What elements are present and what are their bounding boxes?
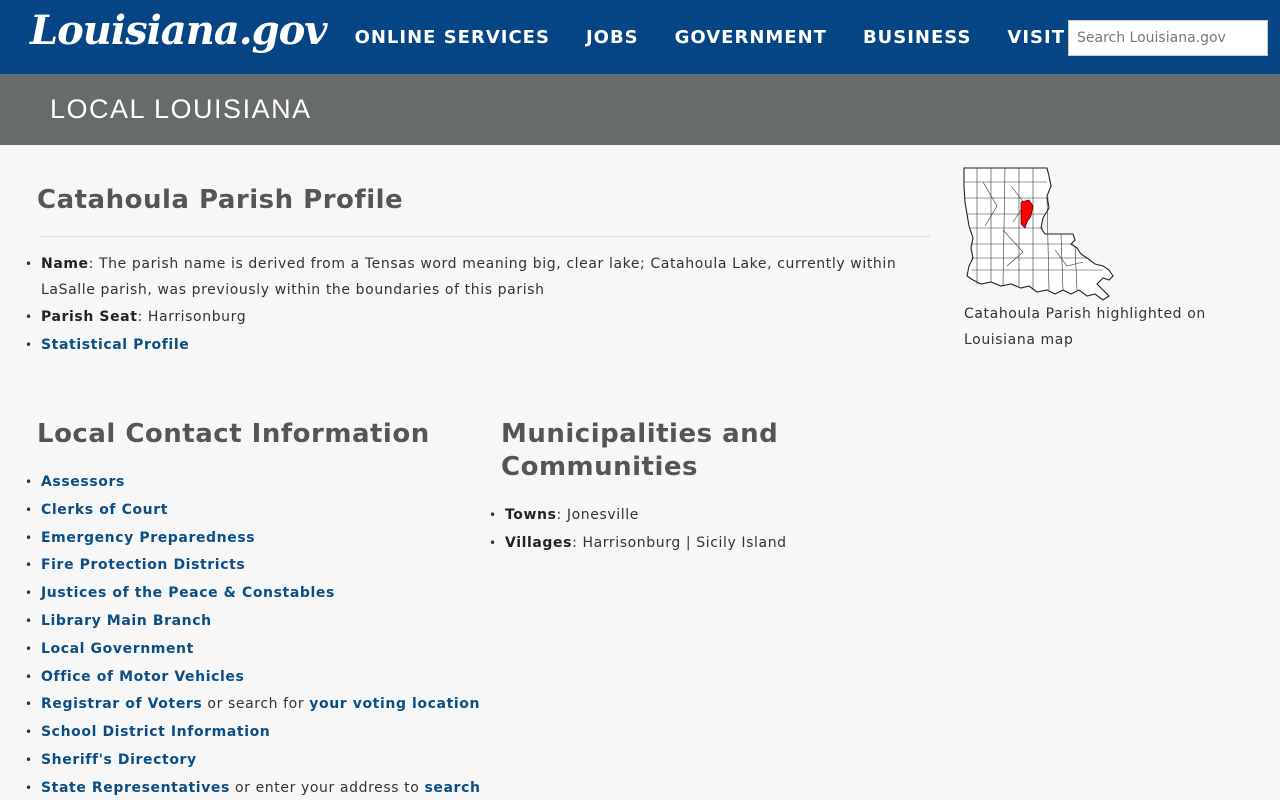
list-item: Local Government bbox=[25, 636, 481, 664]
school-district-link[interactable]: School District Information bbox=[41, 724, 270, 740]
justices-link[interactable]: Justices of the Peace & Constables bbox=[41, 585, 335, 601]
louisiana-map bbox=[963, 166, 1115, 302]
local-government-link[interactable]: Local Government bbox=[41, 641, 194, 657]
state-representatives-link[interactable]: State Representatives bbox=[41, 780, 230, 796]
profile-heading: Catahoula Parish Profile bbox=[37, 185, 404, 215]
list-item: Statistical Profile bbox=[25, 332, 901, 358]
divider bbox=[40, 236, 930, 237]
voting-location-link[interactable]: your voting location bbox=[309, 696, 480, 712]
villages-text: : Harrisonburg | Sicily Island bbox=[572, 535, 787, 551]
staterep-text: or enter your address to bbox=[229, 779, 425, 796]
municipalities-heading-line1: Municipalities and bbox=[501, 419, 779, 449]
nav-online-services[interactable]: ONLINE SERVICES bbox=[355, 27, 550, 48]
clerks-of-court-link[interactable]: Clerks of Court bbox=[41, 502, 168, 518]
list-item: Name: The parish name is derived from a … bbox=[25, 251, 901, 303]
list-item: Parish Seat: Harrisonburg bbox=[25, 304, 901, 330]
section-banner: LOCAL LOUISIANA bbox=[0, 74, 1280, 145]
list-item: Registrar of Voters or search for your v… bbox=[25, 691, 481, 719]
list-item: Office of Motor Vehicles bbox=[25, 664, 481, 692]
list-item: State Representatives or enter your addr… bbox=[25, 775, 481, 800]
municipalities-heading: Municipalities and Communities bbox=[501, 418, 778, 484]
sheriff-link[interactable]: Sheriff's Directory bbox=[41, 752, 197, 768]
list-item: Towns: Jonesville bbox=[489, 501, 925, 529]
nav-government[interactable]: GOVERNMENT bbox=[675, 27, 827, 48]
municipalities-heading-line2: Communities bbox=[501, 452, 699, 482]
library-link[interactable]: Library Main Branch bbox=[41, 613, 212, 629]
municipalities-list: Towns: Jonesville Villages: Harrisonburg… bbox=[489, 501, 925, 557]
statistical-profile-link[interactable]: Statistical Profile bbox=[41, 337, 189, 353]
list-item: Justices of the Peace & Constables bbox=[25, 580, 481, 608]
list-item: Fire Protection Districts bbox=[25, 552, 481, 580]
map-caption: Catahoula Parish highlighted on Louisian… bbox=[964, 306, 1206, 348]
list-item: School District Information bbox=[25, 719, 481, 747]
list-item: Library Main Branch bbox=[25, 608, 481, 636]
nav-visit[interactable]: VISIT bbox=[1007, 27, 1065, 48]
list-item: Sheriff's Directory bbox=[25, 747, 481, 775]
fire-protection-link[interactable]: Fire Protection Districts bbox=[41, 557, 245, 573]
nav-jobs[interactable]: JOBS bbox=[586, 27, 639, 48]
site-logo[interactable]: Louisiana.gov bbox=[30, 6, 328, 56]
list-item: Clerks of Court bbox=[25, 497, 481, 525]
name-label: Name bbox=[41, 256, 89, 272]
seat-text: : Harrisonburg bbox=[137, 309, 247, 325]
list-item: Emergency Preparedness bbox=[25, 525, 481, 553]
contacts-list: Assessors Clerks of Court Emergency Prep… bbox=[25, 469, 481, 800]
motor-vehicles-link[interactable]: Office of Motor Vehicles bbox=[41, 669, 244, 685]
assessors-link[interactable]: Assessors bbox=[41, 474, 125, 490]
contacts-heading: Local Contact Information bbox=[37, 419, 430, 449]
seat-label: Parish Seat bbox=[41, 309, 138, 325]
louisiana-map-image bbox=[963, 167, 1114, 301]
emergency-preparedness-link[interactable]: Emergency Preparedness bbox=[41, 530, 255, 546]
nav-business[interactable]: BUSINESS bbox=[863, 27, 971, 48]
towns-label: Towns bbox=[505, 507, 557, 523]
search-input[interactable] bbox=[1068, 20, 1268, 56]
list-item: Villages: Harrisonburg | Sicily Island bbox=[489, 529, 925, 557]
towns-text: : Jonesville bbox=[556, 507, 639, 523]
name-text: : The parish name is derived from a Tens… bbox=[41, 256, 897, 298]
banner-title: LOCAL LOUISIANA bbox=[50, 94, 312, 124]
registrar-text: or search for bbox=[202, 696, 310, 713]
registrar-link[interactable]: Registrar of Voters bbox=[41, 696, 202, 712]
villages-label: Villages bbox=[505, 535, 573, 551]
site-header: Louisiana.gov ONLINE SERVICES JOBS GOVER… bbox=[0, 0, 1280, 74]
profile-list: Name: The parish name is derived from a … bbox=[25, 251, 901, 358]
address-search-link[interactable]: search bbox=[424, 780, 480, 796]
main-nav: ONLINE SERVICES JOBS GOVERNMENT BUSINESS… bbox=[319, 0, 1065, 74]
list-item: Assessors bbox=[25, 469, 481, 497]
